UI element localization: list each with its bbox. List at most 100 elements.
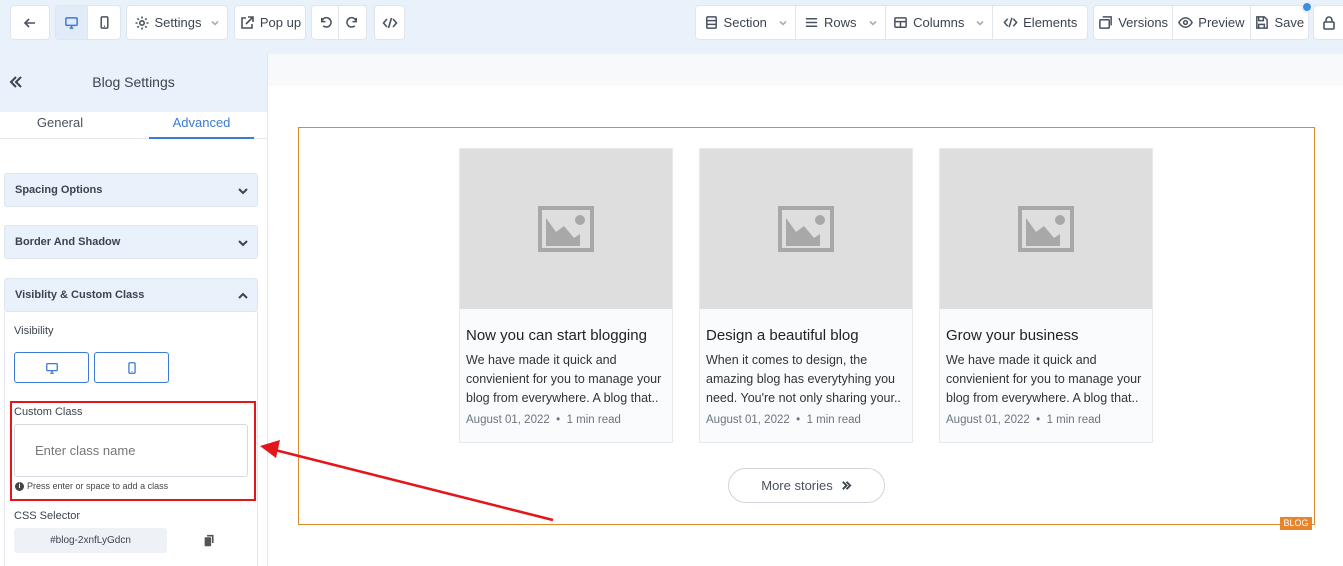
chevron-down-icon: [211, 20, 220, 26]
preview-label: Preview: [1198, 15, 1245, 30]
code-button[interactable]: [374, 5, 405, 40]
rows-icon: [805, 18, 818, 27]
section-button[interactable]: Section: [696, 6, 797, 39]
back-button[interactable]: [10, 5, 50, 40]
chevron-down-icon: [976, 20, 984, 26]
blog-card-date: August 01, 2022: [706, 414, 790, 426]
chevron-down-icon: [779, 20, 787, 26]
sidebar-title: Blog Settings: [92, 74, 175, 90]
structure-group: Section Rows Columns Elements: [695, 5, 1088, 40]
columns-icon: [894, 17, 907, 28]
chevron-down-icon: [238, 188, 248, 195]
visibility-mobile-toggle[interactable]: [94, 352, 169, 383]
blog-card-date: August 01, 2022: [466, 414, 550, 426]
redo-button[interactable]: [339, 6, 366, 39]
blog-card-excerpt: When it comes to design, the amazing blo…: [706, 353, 901, 405]
blog-card-title[interactable]: Grow your business: [946, 327, 1079, 344]
lock-icon: [1322, 15, 1335, 30]
hint-text: Press enter or space to add a class: [27, 481, 169, 491]
blog-card-meta: August 01, 2022 • 1 min read: [706, 414, 861, 426]
undo-button[interactable]: [312, 6, 340, 39]
double-chevron-right-icon: [841, 481, 852, 490]
image-placeholder-icon: [778, 206, 834, 252]
blog-card-excerpt: We have made it quick and convienient fo…: [466, 353, 662, 405]
more-stories-button[interactable]: More stories: [728, 468, 885, 503]
code-icon: [381, 17, 398, 28]
visibility-desktop-toggle[interactable]: [14, 352, 89, 383]
accordion-spacing-options[interactable]: Spacing Options: [4, 173, 258, 207]
section-label: Section: [723, 15, 767, 30]
versions-button[interactable]: Versions: [1094, 6, 1174, 39]
elements-button[interactable]: Elements: [993, 6, 1087, 39]
desktop-icon: [45, 362, 58, 374]
chevron-down-icon: [868, 20, 877, 26]
custom-class-hint: i Press enter or space to add a class: [15, 481, 168, 491]
blog-card-title[interactable]: Design a beautiful blog: [706, 327, 859, 344]
desktop-view-button[interactable]: [56, 6, 89, 39]
mobile-icon: [127, 361, 136, 374]
save-button[interactable]: Save: [1251, 6, 1308, 39]
history-group: [311, 5, 367, 40]
tab-advanced[interactable]: Advanced: [149, 115, 254, 130]
custom-class-input[interactable]: [14, 424, 248, 477]
chevron-down-icon: [238, 240, 248, 247]
mobile-view-button[interactable]: [88, 6, 120, 39]
settings-tabs: General Advanced: [0, 112, 267, 139]
active-tab-indicator: [149, 137, 254, 139]
blog-element-tag[interactable]: BLOG: [1280, 517, 1312, 530]
blog-card-date: August 01, 2022: [946, 414, 1030, 426]
blog-card-image: [940, 149, 1152, 309]
popup-button[interactable]: Pop up: [234, 5, 306, 40]
arrow-left-icon: [23, 17, 35, 28]
save-icon: [1256, 16, 1269, 29]
notification-dot: [1301, 1, 1313, 13]
versions-label: Versions: [1118, 15, 1169, 30]
blog-card-title[interactable]: Now you can start blogging: [466, 327, 647, 344]
tab-general[interactable]: General: [0, 115, 120, 130]
redo-icon: [346, 16, 357, 28]
desktop-icon: [65, 17, 78, 29]
blog-card-read-time: 1 min read: [806, 414, 861, 426]
top-toolbar: Settings Pop up Section Rows Columns Ele…: [0, 0, 1343, 54]
device-toggle: [55, 5, 121, 40]
save-label: Save: [1274, 15, 1305, 30]
canvas-top-strip: [268, 54, 1343, 86]
gear-icon: [135, 16, 148, 29]
popup-label: Pop up: [259, 15, 302, 30]
accordion-label: Border And Shadow: [15, 236, 121, 248]
settings-button[interactable]: Settings: [126, 5, 228, 40]
undo-icon: [320, 16, 332, 28]
blog-card[interactable]: Now you can start blogging We have made …: [459, 148, 673, 443]
lock-button[interactable]: [1313, 5, 1343, 40]
css-selector-label: CSS Selector: [14, 510, 81, 522]
publish-group: Versions Preview Save: [1093, 5, 1309, 40]
accordion-border-and-shadow[interactable]: Border And Shadow: [4, 225, 258, 259]
visibility-label: Visibility: [14, 325, 54, 337]
sidebar-header: Blog Settings: [0, 54, 267, 112]
accordion-visibility-custom-class[interactable]: Visiblity & Custom Class: [4, 278, 258, 312]
blog-card[interactable]: Design a beautiful blog When it comes to…: [699, 148, 913, 443]
blog-card-image: [460, 149, 672, 309]
settings-label: Settings: [154, 15, 202, 30]
copy-icon: [204, 534, 214, 547]
columns-label: Columns: [913, 15, 965, 30]
blog-card-meta: August 01, 2022 • 1 min read: [466, 414, 621, 426]
blog-card-read-time: 1 min read: [1046, 414, 1101, 426]
copy-selector-button[interactable]: [203, 534, 216, 547]
image-placeholder-icon: [1018, 206, 1074, 252]
elements-label: Elements: [1023, 15, 1078, 30]
rows-button[interactable]: Rows: [796, 6, 887, 39]
blog-card-read-time: 1 min read: [566, 414, 621, 426]
blog-card-excerpt: We have made it quick and convienient fo…: [946, 353, 1142, 405]
columns-button[interactable]: Columns: [886, 6, 994, 39]
blog-card[interactable]: Grow your business We have made it quick…: [939, 148, 1153, 443]
eye-icon: [1178, 17, 1194, 28]
chevron-up-icon: [238, 292, 248, 299]
image-placeholder-icon: [538, 206, 594, 252]
accordion-label: Visiblity & Custom Class: [15, 289, 145, 301]
blog-card-image: [700, 149, 912, 309]
external-edit-icon: [241, 15, 254, 29]
preview-button[interactable]: Preview: [1173, 6, 1251, 39]
info-icon: i: [15, 481, 24, 491]
mobile-icon: [99, 16, 109, 29]
